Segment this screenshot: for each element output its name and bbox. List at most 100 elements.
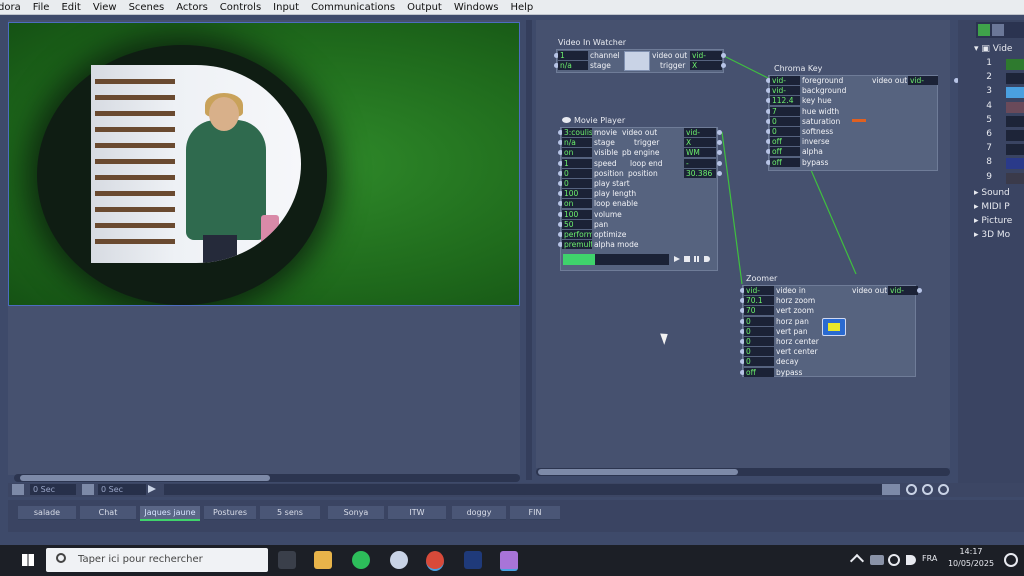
input-value[interactable]: 3:coulis [562,128,592,137]
editor-scrollbar[interactable] [536,468,950,476]
menu-edit[interactable]: Edit [55,2,86,13]
photoshop-icon[interactable] [464,551,482,569]
stage-scrollbar[interactable] [14,474,520,482]
input-value[interactable]: off [770,137,800,147]
chrome-icon[interactable] [426,551,444,571]
media-item[interactable]: 6 [980,129,1024,142]
output-port[interactable] [717,170,722,176]
scene-tab[interactable]: FIN [510,506,560,520]
menu-actors[interactable]: Actors [170,2,214,13]
scene-tab[interactable]: Jaques jaune [140,506,200,521]
spotify-icon[interactable] [352,551,370,569]
input-value[interactable]: 7 [770,106,800,116]
input-value[interactable]: 0 [770,116,800,126]
input-value[interactable]: 0 [562,179,592,188]
actor-movie-player[interactable]: Movie Player 3:coulis movie n/a stage on visi… [558,116,722,272]
timeline-track[interactable] [164,484,884,495]
input-value[interactable]: off [744,367,774,377]
menu-output[interactable]: Output [401,2,448,13]
play-icon[interactable] [674,256,680,262]
scene-tab[interactable]: 5 sens [260,506,320,520]
media-item[interactable]: 1 [980,58,1024,71]
link-icon[interactable] [992,24,1004,36]
notification-icon[interactable] [1004,553,1018,567]
input-value[interactable]: premult [562,240,592,250]
chevron-up-icon[interactable] [849,553,865,569]
output-port[interactable] [717,130,722,135]
scene-tab[interactable]: Postures [204,506,256,520]
volume-icon[interactable] [704,256,710,262]
media-group[interactable]: ▸ MIDI P [974,202,1024,214]
input-value[interactable]: off [770,157,800,167]
zoom-in-icon[interactable] [906,484,917,495]
input-value[interactable]: on [562,199,592,209]
hue-slider[interactable] [852,119,866,122]
sidebar-header[interactable]: ▾ ▣ Vide [974,44,1024,56]
input-value[interactable]: vid-gpu [770,76,800,85]
media-group[interactable]: ▸ Sound [974,188,1024,200]
clock[interactable]: 14:17 10/05/2025 [946,546,996,570]
panel-divider[interactable] [526,20,532,480]
input-value[interactable]: 50 [562,219,592,229]
input-value[interactable]: 1 [558,51,588,60]
menu-scenes[interactable]: Scenes [123,2,171,13]
pause-icon[interactable] [694,256,696,262]
eye-icon[interactable] [562,117,571,123]
input-value[interactable]: vid-gpu [744,286,774,295]
menu-communications[interactable]: Communications [305,2,401,13]
menu-windows[interactable]: Windows [448,2,505,13]
scroll-thumb[interactable] [20,475,270,481]
scene-tab[interactable]: ITW [388,506,446,520]
input-value[interactable]: 0 [562,168,592,178]
input-value[interactable]: off [770,147,800,157]
input-value[interactable]: 0 [744,357,774,367]
time-field-1[interactable]: 0 Sec [30,484,76,495]
media-item[interactable]: 8 [980,157,1024,170]
scene-tab[interactable]: Sonya [328,506,384,520]
globe-icon[interactable] [888,554,900,566]
file-explorer-icon[interactable] [314,551,332,569]
input-value[interactable]: 100 [562,189,592,199]
time-field-2[interactable]: 0 Sec [98,484,146,495]
media-group[interactable]: ▸ Picture [974,216,1024,228]
input-value[interactable]: 70.1 [744,296,774,306]
play-triangle-icon[interactable] [148,485,156,493]
dropdown-icon[interactable] [882,484,900,495]
output-port[interactable] [721,53,726,58]
menu-input[interactable]: Input [267,2,305,13]
menu-view[interactable]: View [87,2,123,13]
scene-tab[interactable]: salade [18,506,76,520]
actor-zoomer[interactable]: Zoomer vid-gpuvideo in70.1horz zoom70ver… [740,274,922,377]
input-value[interactable]: perform [562,230,592,239]
app-icon[interactable] [390,551,408,569]
media-item[interactable]: 7 [980,143,1024,156]
check-icon[interactable] [978,24,990,36]
media-item[interactable]: 9 [980,172,1024,185]
output-port[interactable] [717,160,722,166]
menu-help[interactable]: Help [504,2,539,13]
actor-chroma-key[interactable]: Chroma Key vid-gpuforegroundvid-gpubackg… [766,64,959,171]
input-value[interactable]: n/a [562,138,592,148]
output-port[interactable] [721,63,726,68]
stage-preview[interactable] [8,22,520,306]
input-value[interactable]: 0 [744,326,774,336]
network-icon[interactable] [870,555,884,565]
isadora-icon[interactable] [500,551,518,571]
task-view-icon[interactable] [278,551,296,569]
windows-start-icon[interactable] [22,554,34,566]
menu-app[interactable]: dora [0,2,27,13]
timer-icon[interactable] [82,484,94,495]
input-value[interactable]: 0 [744,337,774,346]
stop-icon[interactable] [684,256,690,262]
scroll-thumb[interactable] [538,469,738,475]
taskbar-search[interactable]: Taper ici pour rechercher [46,548,268,572]
input-value[interactable]: 0 [770,127,800,136]
scene-editor[interactable]: Video In Watcher 1 channel n/a stage vid… [536,20,959,468]
language-indicator[interactable]: FRA [922,554,937,563]
speaker-icon[interactable] [906,555,916,565]
actor-video-in-watcher[interactable]: Video In Watcher 1 channel n/a stage vid… [554,38,726,74]
output-port[interactable] [917,288,922,293]
media-group[interactable]: ▸ 3D Mo [974,230,1024,242]
input-value[interactable]: n/a [558,61,588,70]
input-value[interactable]: 0 [744,347,774,357]
